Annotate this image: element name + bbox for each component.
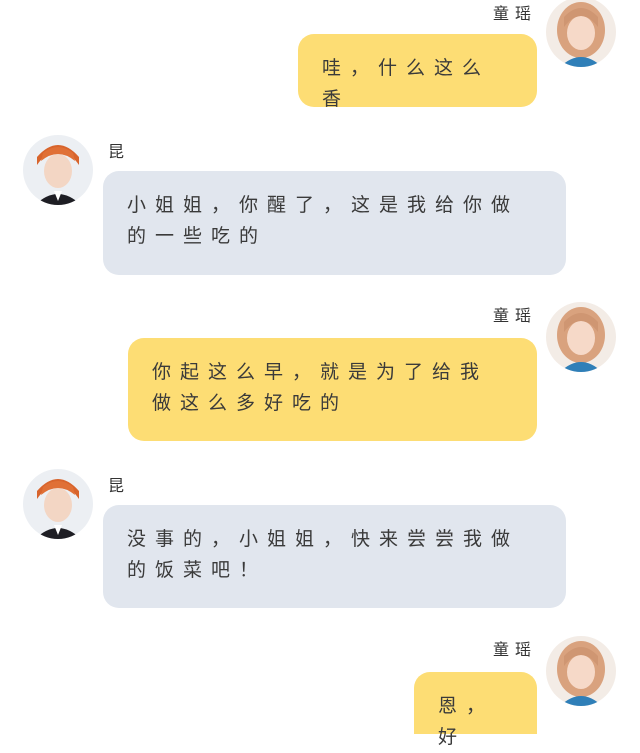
message-bubble: 小姐姐，你醒了，这是我给你做的一些吃的 (103, 171, 566, 275)
message-bubble: 你起这么早，就是为了给我做这么多好吃的 (128, 338, 537, 441)
sender-name: 昆 (108, 476, 131, 495)
boy-avatar-icon[interactable] (23, 135, 93, 205)
girl-avatar-icon[interactable] (546, 302, 616, 372)
sender-name: 童瑶 (493, 4, 538, 23)
sender-name: 童瑶 (493, 306, 538, 325)
message-bubble: 哇，什么这么香 (298, 34, 537, 110)
girl-avatar-icon[interactable] (546, 0, 616, 67)
girl-avatar-icon[interactable] (546, 636, 616, 706)
sender-name: 昆 (108, 142, 131, 161)
sender-name: 童瑶 (493, 640, 538, 659)
boy-avatar-icon[interactable] (23, 469, 93, 539)
message-bubble: 恩，好 (414, 672, 537, 748)
message-bubble: 没事的，小姐姐，快来尝尝我做的饭菜吧！ (103, 505, 566, 608)
